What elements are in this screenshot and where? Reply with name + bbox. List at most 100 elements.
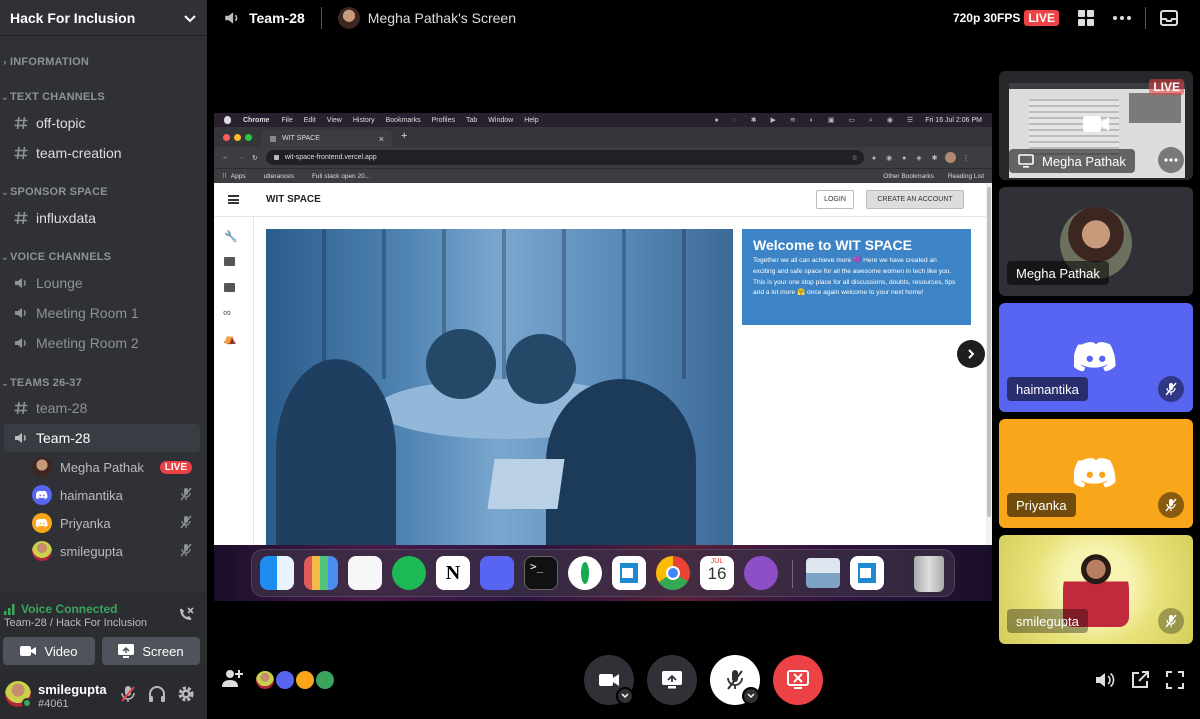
chevron-down-icon[interactable] — [742, 687, 760, 705]
chrome-icon[interactable] — [656, 556, 690, 590]
terminal-icon[interactable]: >_ — [524, 556, 558, 590]
close-dot[interactable] — [223, 134, 230, 141]
zoom-dot[interactable] — [245, 134, 252, 141]
voice-user[interactable]: haimantika — [32, 482, 200, 508]
shared-screen[interactable]: Chrome File Edit View History Bookmarks … — [214, 113, 992, 601]
profile-avatar[interactable] — [945, 152, 957, 163]
grid-layout-button[interactable] — [1078, 10, 1094, 26]
spotify-icon[interactable] — [392, 556, 426, 590]
hamburger-icon[interactable] — [228, 195, 239, 204]
disconnect-button[interactable] — [177, 606, 195, 629]
voice-user[interactable]: smilegupta — [32, 538, 200, 564]
voice-user[interactable]: Megha Pathak LIVE — [32, 454, 200, 480]
create-account-button[interactable]: CREATE AN ACCOUNT — [866, 190, 964, 209]
microphone-toggle-button[interactable] — [710, 655, 760, 705]
vscode-icon[interactable] — [612, 556, 646, 590]
category-text-channels[interactable]: ⌄ TEXT CHANNELS — [0, 89, 105, 105]
category-teams[interactable]: ⌄ TEAMS 26-37 — [0, 375, 82, 391]
voice-channel-meeting-room-1[interactable]: Meeting Room 1 — [4, 299, 200, 327]
participant-tile[interactable]: haimantika — [999, 303, 1193, 412]
github-desktop-icon[interactable] — [744, 556, 778, 590]
vscode-window-icon[interactable] — [850, 556, 884, 590]
leave-call-button[interactable] — [773, 655, 823, 705]
discord-icon[interactable] — [480, 556, 514, 590]
inbox-button[interactable] — [1160, 10, 1178, 26]
close-icon[interactable]: × — [379, 134, 384, 144]
preview-window-icon[interactable] — [806, 558, 840, 588]
login-button[interactable]: LOGIN — [816, 190, 854, 209]
address-bar[interactable]: wit-space-frontend.vercel.app ☆ — [265, 150, 864, 165]
channel-team-creation[interactable]: team-creation — [4, 139, 200, 167]
screen-share-icon — [118, 644, 135, 658]
discord-avatar — [32, 485, 52, 505]
apple-icon — [224, 116, 231, 124]
voice-channel-team-28[interactable]: Team-28 — [4, 424, 200, 452]
username[interactable]: smilegupta — [38, 682, 107, 697]
participant-avatars[interactable] — [254, 669, 336, 691]
launchpad-icon[interactable] — [304, 556, 338, 590]
link-icon[interactable]: ∞ — [223, 307, 231, 319]
bookmark-item[interactable]: Full stack open 20... — [312, 173, 370, 180]
voice-user[interactable]: Priyanka — [32, 510, 200, 536]
more-options-button[interactable] — [1113, 16, 1131, 20]
bookmark-item[interactable]: utterances — [264, 173, 294, 180]
bookmark-item[interactable]: Other Bookmarks — [883, 173, 934, 180]
screen-share-button[interactable]: Screen — [102, 637, 200, 665]
minimize-dot[interactable] — [234, 134, 241, 141]
tile-more-button[interactable] — [1158, 147, 1184, 173]
bookmark-item[interactable]: Reading List — [948, 173, 984, 180]
volume-button[interactable] — [1095, 671, 1115, 694]
channel-off-topic[interactable]: off-topic — [4, 109, 200, 137]
server-header[interactable]: Hack For Inclusion — [0, 0, 207, 36]
page-scrollbar[interactable] — [986, 183, 992, 545]
user-settings-button[interactable] — [177, 685, 195, 708]
voice-location[interactable]: Team-28 / Hack For Inclusion — [4, 617, 147, 629]
reminders-icon[interactable] — [348, 556, 382, 590]
channel-team-28-text[interactable]: team-28 — [4, 394, 200, 422]
star-icon[interactable]: ☆ — [852, 154, 858, 162]
menu-icon[interactable]: ⋮ — [962, 154, 969, 162]
finder-icon[interactable] — [260, 556, 294, 590]
calendar-icon[interactable]: JUL 16 — [700, 556, 734, 590]
voice-channel-meeting-room-2[interactable]: Meeting Room 2 — [4, 329, 200, 357]
category-voice-channels[interactable]: ⌄ VOICE CHANNELS — [0, 249, 111, 265]
new-tab-icon[interactable]: + — [401, 130, 407, 142]
channel-influxdata[interactable]: influxdata — [4, 204, 200, 232]
forward-icon[interactable]: → — [237, 154, 244, 161]
chat-icon[interactable] — [224, 257, 235, 266]
carousel-next-button[interactable] — [957, 340, 985, 368]
category-sponsor-space[interactable]: ⌄ SPONSOR SPACE — [0, 184, 108, 200]
hashtag-icon — [10, 145, 32, 161]
invite-button[interactable] — [221, 668, 243, 693]
participant-tile[interactable]: Megha Pathak — [999, 187, 1193, 296]
briefcase-icon[interactable] — [224, 283, 235, 292]
reload-icon[interactable]: ↻ — [252, 154, 258, 162]
screen-share-toggle-button[interactable] — [647, 655, 697, 705]
chevron-down-icon[interactable] — [616, 687, 634, 705]
popout-button[interactable] — [1131, 671, 1149, 694]
tent-icon[interactable]: ⛺ — [223, 332, 237, 345]
voice-channel-lounge[interactable]: Lounge — [4, 269, 200, 297]
dock-divider — [792, 560, 793, 588]
participant-tile[interactable]: Priyanka — [999, 419, 1193, 528]
back-icon[interactable]: ← — [222, 154, 229, 161]
inbox-icon — [1160, 10, 1178, 26]
browser-tab[interactable]: WIT SPACE × — [262, 130, 392, 147]
category-information[interactable]: › INFORMATION — [0, 54, 89, 70]
site-brand[interactable]: WIT SPACE — [266, 194, 321, 205]
bookmark-item[interactable]: Apps — [231, 173, 246, 180]
camera-toggle-button[interactable] — [584, 655, 634, 705]
fullscreen-button[interactable] — [1166, 671, 1184, 694]
muted-mic-icon — [1165, 614, 1177, 628]
welcome-card: Welcome to WIT SPACE Together we all can… — [742, 229, 971, 325]
mute-button[interactable] — [120, 685, 136, 708]
wrench-icon[interactable]: 🔧 — [224, 230, 238, 243]
trash-icon[interactable] — [914, 556, 944, 592]
muted-mic-icon — [1165, 382, 1177, 396]
mongodb-compass-icon[interactable] — [568, 556, 602, 590]
notion-icon[interactable]: N — [436, 556, 470, 590]
deafen-button[interactable] — [148, 685, 166, 708]
participant-tile-stream[interactable]: LIVE Megha Pathak — [999, 71, 1193, 180]
video-button[interactable]: Video — [3, 637, 95, 665]
participant-tile[interactable]: smilegupta — [999, 535, 1193, 644]
